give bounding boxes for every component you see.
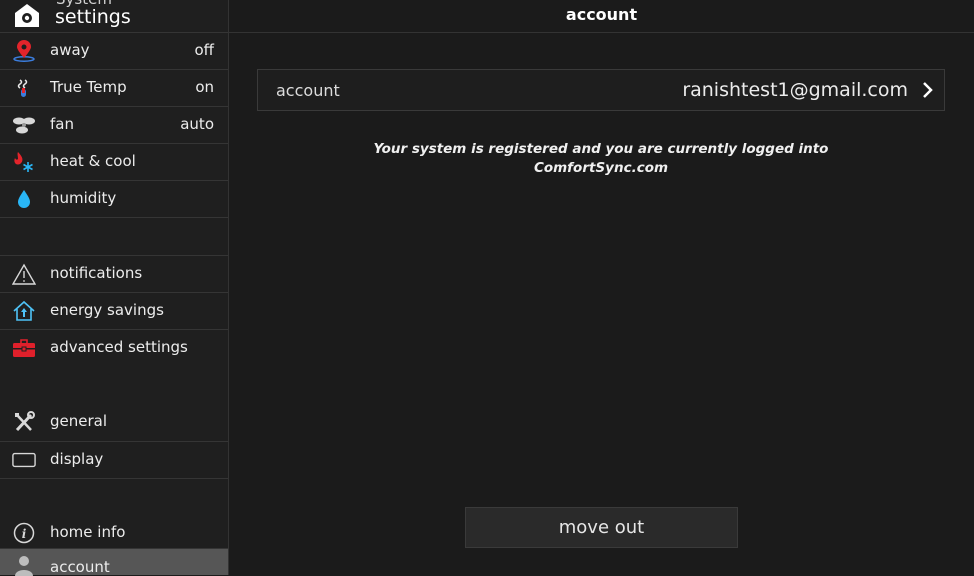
sidebar-item-label: account (50, 558, 110, 576)
fan-icon (12, 114, 36, 136)
sidebar-spacer (0, 217, 228, 255)
sidebar-item-label: True Temp (50, 78, 127, 96)
toolbox-icon (12, 337, 36, 359)
sidebar-item-label: humidity (50, 189, 117, 207)
sidebar-item-label: display (50, 450, 104, 468)
sidebar-title: settings (55, 6, 131, 28)
flame-snowflake-icon (12, 151, 36, 173)
sidebar-item-true-temp[interactable]: True Temp on (0, 69, 228, 106)
map-pin-icon (12, 40, 36, 62)
sidebar-item-value: off (194, 41, 214, 59)
sidebar-item-fan[interactable]: fan auto (0, 106, 228, 143)
sidebar-item-label: notifications (50, 264, 143, 282)
registration-message-line2: ComfortSync.com (533, 160, 669, 176)
sidebar-item-away[interactable]: away off (0, 32, 228, 69)
energy-house-icon (12, 300, 36, 322)
sidebar-item-label: general (50, 412, 108, 430)
sidebar-item-value: auto (180, 115, 214, 133)
sidebar-item-notifications[interactable]: notifications (0, 255, 228, 292)
sidebar-spacer (0, 478, 228, 515)
sidebar: System settings away off True Temp on fa… (0, 0, 229, 576)
sidebar-item-advanced-settings[interactable]: advanced settings (0, 329, 228, 366)
account-email: ranishtest1@gmail.com (682, 79, 908, 101)
sidebar-item-label: advanced settings (50, 338, 188, 356)
warning-triangle-icon (12, 263, 36, 285)
chevron-right-icon (923, 82, 933, 98)
main-panel: account account ranishtest1@gmail.com Yo… (229, 0, 974, 575)
svg-text:i: i (22, 527, 27, 541)
account-row[interactable]: account ranishtest1@gmail.com (257, 69, 945, 111)
sidebar-item-label: fan (50, 115, 74, 133)
true-temp-icon (12, 77, 36, 99)
display-icon (12, 449, 36, 471)
sidebar-item-energy-savings[interactable]: energy savings (0, 292, 228, 329)
sidebar-item-humidity[interactable]: humidity (0, 180, 228, 217)
sidebar-item-account[interactable]: account (0, 548, 228, 576)
sidebar-item-label: heat & cool (50, 152, 136, 170)
home-settings-icon (15, 4, 39, 27)
move-out-button[interactable]: move out (465, 507, 738, 548)
wrench-screwdriver-icon (12, 411, 36, 433)
registration-message-line1: Your system is registered and you are cu… (373, 141, 829, 157)
info-icon: i (12, 522, 36, 544)
sidebar-header: System settings (0, 0, 228, 32)
account-row-label: account (276, 81, 340, 100)
sidebar-item-value: on (195, 78, 214, 96)
user-icon (12, 554, 36, 576)
main-header: account (229, 0, 974, 33)
sidebar-item-home-info[interactable]: i home info (0, 515, 228, 552)
sidebar-item-heat-cool[interactable]: heat & cool (0, 143, 228, 180)
registration-message: Your system is registered and you are cu… (257, 140, 945, 178)
sidebar-item-display[interactable]: display (0, 441, 228, 478)
sidebar-item-label: energy savings (50, 301, 164, 319)
sidebar-item-general[interactable]: general (0, 404, 228, 441)
sidebar-item-label: home info (50, 523, 126, 541)
sidebar-item-label: away (50, 41, 90, 59)
droplet-icon (12, 188, 36, 210)
page-title: account (565, 5, 638, 24)
